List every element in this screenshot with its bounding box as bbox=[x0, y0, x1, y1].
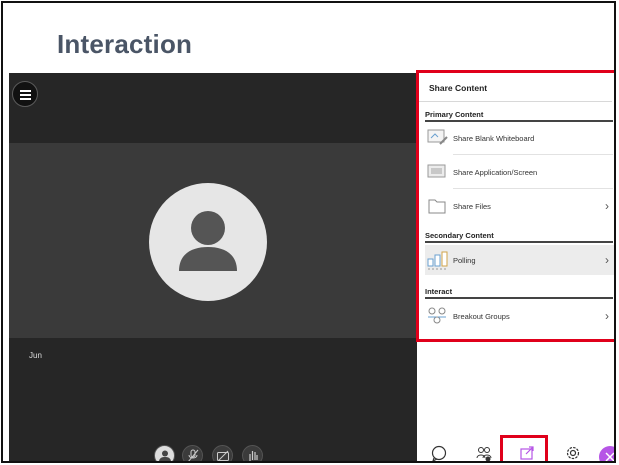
panel-highlight-box bbox=[416, 70, 614, 342]
my-status-button[interactable] bbox=[154, 445, 175, 461]
microphone-button[interactable] bbox=[182, 445, 203, 461]
attendees-icon[interactable] bbox=[475, 444, 493, 461]
chat-icon[interactable] bbox=[430, 444, 448, 461]
camera-off-icon bbox=[217, 450, 229, 461]
participant-video bbox=[9, 143, 417, 338]
raise-hand-icon bbox=[249, 451, 258, 461]
person-silhouette-icon bbox=[179, 211, 237, 271]
hamburger-icon[interactable] bbox=[12, 81, 38, 107]
raise-hand-button[interactable] bbox=[242, 445, 263, 461]
person-icon bbox=[159, 450, 171, 461]
stage-lower bbox=[9, 338, 417, 461]
close-icon bbox=[605, 452, 614, 461]
slide-frame: Interaction Jun Share Content Primary Co… bbox=[1, 1, 616, 463]
close-panel-button[interactable] bbox=[599, 446, 614, 461]
participant-name: Jun bbox=[29, 351, 42, 360]
video-stage: Jun bbox=[9, 73, 417, 461]
mic-muted-icon bbox=[188, 449, 199, 461]
share-button-highlight-box bbox=[500, 435, 548, 461]
avatar bbox=[149, 183, 267, 301]
camera-button[interactable] bbox=[212, 445, 233, 461]
slide-title: Interaction bbox=[57, 29, 193, 59]
stage-top-bar bbox=[9, 73, 417, 143]
gear-icon[interactable] bbox=[564, 444, 582, 461]
